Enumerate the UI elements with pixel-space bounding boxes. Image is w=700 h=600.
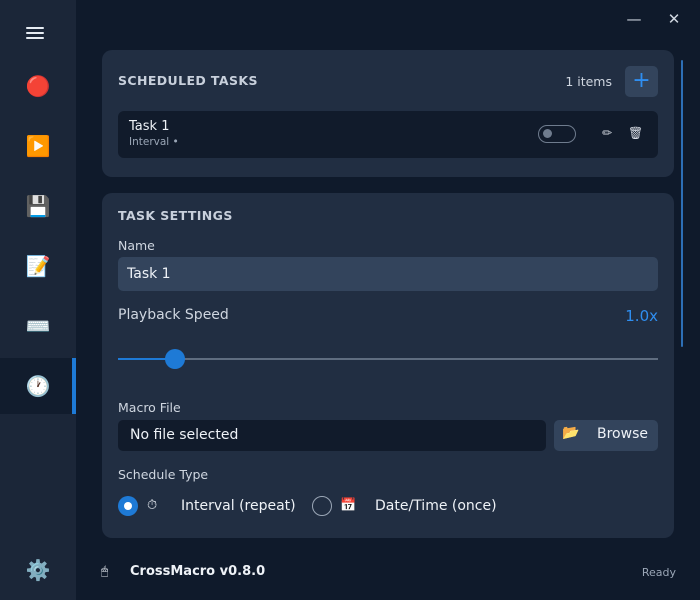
browse-label: Browse xyxy=(597,426,648,442)
add-task-button[interactable]: + xyxy=(625,66,658,97)
record-icon: 🔴 xyxy=(25,74,51,98)
slider-thumb[interactable] xyxy=(164,349,185,369)
edit-pencil-icon[interactable]: ✏ xyxy=(602,126,612,140)
task-settings-card: TASK SETTINGS Name Playback Speed 1.0x M… xyxy=(102,193,674,538)
mouse-icon: 🖱 xyxy=(101,564,109,578)
task-settings-title: TASK SETTINGS xyxy=(118,208,233,223)
scheduled-tasks-card: SCHEDULED TASKS 1 items + Task 1 Interva… xyxy=(102,50,674,177)
app-version: CrossMacro v0.8.0 xyxy=(130,564,266,579)
task-list-item[interactable]: Task 1 Interval • ✏ 🗑 xyxy=(118,111,658,158)
schedule-type-label: Schedule Type xyxy=(118,467,209,482)
memo-icon: 📝 xyxy=(25,254,51,278)
gear-icon: ⚙️ xyxy=(25,558,51,582)
sidebar-item-keyboard[interactable]: ⌨️ xyxy=(0,298,76,354)
datetime-option-label[interactable]: Date/Time (once) xyxy=(375,498,497,514)
macro-file-path: No file selected xyxy=(118,420,546,451)
sidebar-item-scheduler[interactable]: 🕐 xyxy=(0,358,76,414)
stopwatch-icon: ⏱ xyxy=(147,498,158,513)
task-schedule-summary: Interval • xyxy=(129,136,179,148)
interval-radio[interactable] xyxy=(118,496,138,516)
sidebar: 🔴 ▶️ 💾 📝 ⌨️ 🕐 ⚙️ xyxy=(0,0,76,600)
calendar-icon: 📅 xyxy=(340,498,357,513)
trash-icon[interactable]: 🗑 xyxy=(628,126,643,140)
toggle-knob xyxy=(543,129,552,138)
save-icon: 💾 xyxy=(25,194,51,218)
playback-speed-slider[interactable] xyxy=(118,349,658,369)
status-text: Ready xyxy=(641,566,676,579)
app-window: 🔴 ▶️ 💾 📝 ⌨️ 🕐 ⚙️ — ✕ SCHEDULED TASKS 1 i… xyxy=(0,0,700,600)
keyboard-icon: ⌨️ xyxy=(25,314,51,338)
name-label: Name xyxy=(118,238,155,253)
sidebar-item-save[interactable]: 💾 xyxy=(0,178,76,234)
task-count-badge: 1 items xyxy=(565,74,612,89)
macro-file-label: Macro File xyxy=(118,400,181,415)
scheduled-tasks-title: SCHEDULED TASKS xyxy=(118,73,258,88)
sidebar-item-editor[interactable]: 📝 xyxy=(0,238,76,294)
hamburger-menu-icon[interactable] xyxy=(26,26,44,40)
close-button[interactable]: ✕ xyxy=(662,8,686,30)
scrollbar[interactable] xyxy=(681,60,683,347)
task-enabled-toggle[interactable] xyxy=(538,125,576,143)
task-name: Task 1 xyxy=(129,119,170,134)
play-icon: ▶️ xyxy=(25,134,51,158)
sidebar-item-settings[interactable]: ⚙️ xyxy=(0,542,76,598)
clock-icon: 🕐 xyxy=(25,374,51,398)
minimize-button[interactable]: — xyxy=(622,8,646,30)
playback-speed-label: Playback Speed xyxy=(118,307,229,323)
datetime-radio[interactable] xyxy=(312,496,332,516)
browse-button[interactable]: 📂 Browse xyxy=(554,420,658,451)
sidebar-item-record[interactable]: 🔴 xyxy=(0,58,76,114)
interval-option-label[interactable]: Interval (repeat) xyxy=(181,498,296,514)
folder-open-icon: 📂 xyxy=(562,425,580,441)
task-name-input[interactable] xyxy=(118,257,658,291)
playback-speed-value: 1.0x xyxy=(625,307,658,325)
sidebar-item-play[interactable]: ▶️ xyxy=(0,118,76,174)
